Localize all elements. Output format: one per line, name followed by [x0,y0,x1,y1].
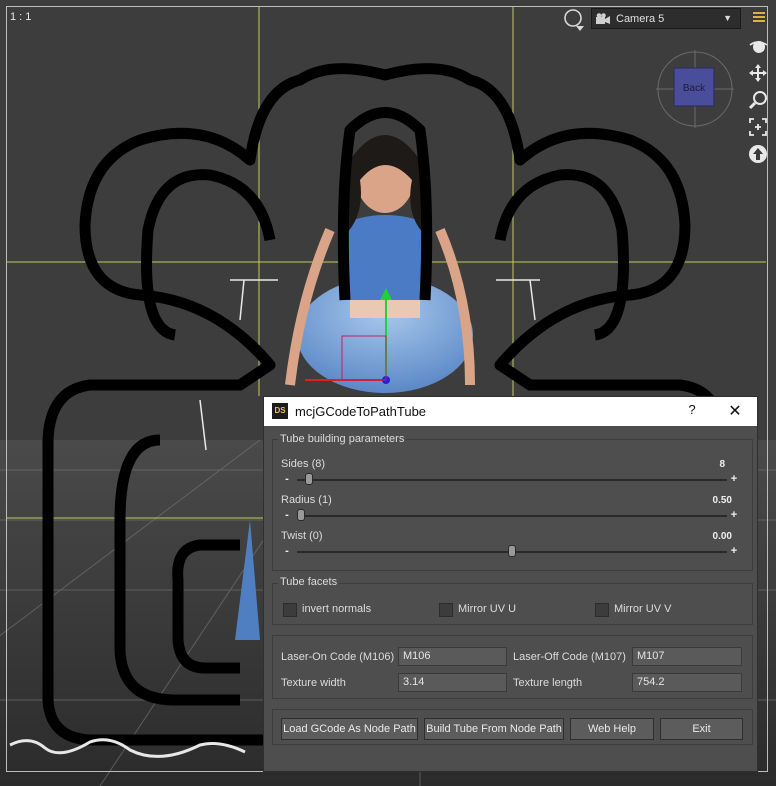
invert-normals-checkbox[interactable] [283,603,297,617]
camera-dropdown-value: Camera 5 [616,13,665,25]
mirror-uv-v-label: Mirror UV V [614,603,672,615]
zoom-icon[interactable] [748,90,768,110]
view-cube[interactable]: Back [656,50,734,128]
laser-off-label: Laser-Off Code (M107) [513,651,626,663]
close-button[interactable]: ✕ [726,401,744,421]
tube-facets-title: Tube facets [278,576,340,588]
twist-slider-thumb[interactable] [508,545,516,557]
twist-decrement[interactable]: - [283,546,291,557]
orbit-icon[interactable] [748,36,768,56]
reset-camera-icon[interactable] [748,144,768,164]
invert-normals-label: invert normals [302,603,372,615]
texture-length-field[interactable]: 754.2 [632,673,742,692]
aspect-ratio-label: 1 : 1 [10,11,32,23]
view-cube-face-label: Back [683,83,706,94]
mirror-uv-v-checkbox[interactable] [595,603,609,617]
twist-label: Twist (0) [281,530,323,542]
web-help-button[interactable]: Web Help [570,718,654,740]
render-sphere-icon[interactable] [563,8,585,32]
exit-button[interactable]: Exit [660,718,743,740]
radius-label: Radius (1) [281,494,332,506]
radius-slider[interactable] [297,515,727,517]
camera-icon [596,13,610,24]
sides-increment[interactable]: + [730,474,738,485]
radius-slider-thumb[interactable] [297,509,305,521]
sides-slider[interactable] [297,479,727,481]
frame-selection-icon[interactable] [748,117,768,137]
build-tube-button[interactable]: Build Tube From Node Path [424,718,564,740]
radius-increment[interactable]: + [730,510,738,521]
laser-on-field[interactable]: M106 [398,647,507,666]
daz-logo-icon: DS [272,403,288,419]
chevron-down-icon: ▼ [723,13,732,23]
load-gcode-button[interactable]: Load GCode As Node Path [281,718,418,740]
twist-value: 0.00 [712,531,732,542]
texture-width-field[interactable]: 3.14 [398,673,507,692]
mirror-uv-u-label: Mirror UV U [458,603,517,615]
radius-decrement[interactable]: - [283,510,291,521]
camera-dropdown[interactable]: Camera 5 ▼ [591,8,741,29]
laser-on-label: Laser-On Code (M106) [281,651,395,663]
sides-value: 8 [719,459,725,470]
texture-width-label: Texture width [281,677,346,689]
sides-slider-thumb[interactable] [305,473,314,485]
viewport-menu-icon[interactable] [751,10,767,24]
twist-increment[interactable]: + [730,546,738,557]
tube-params-title: Tube building parameters [278,433,407,445]
sides-decrement[interactable]: - [283,474,291,485]
dialog-titlebar[interactable]: DS mcjGCodeToPathTube ? ✕ [264,397,757,426]
mirror-uv-u-checkbox[interactable] [439,603,453,617]
help-button[interactable]: ? [684,402,700,417]
pan-icon[interactable] [748,63,768,83]
texture-length-label: Texture length [513,677,583,689]
dialog-title: mcjGCodeToPathTube [295,404,427,419]
sides-label: Sides (8) [281,458,326,470]
laser-off-field[interactable]: M107 [632,647,742,666]
gcode-to-path-tube-dialog: DS mcjGCodeToPathTube ? ✕ Tube building … [263,396,758,772]
radius-value: 0.50 [712,495,732,506]
